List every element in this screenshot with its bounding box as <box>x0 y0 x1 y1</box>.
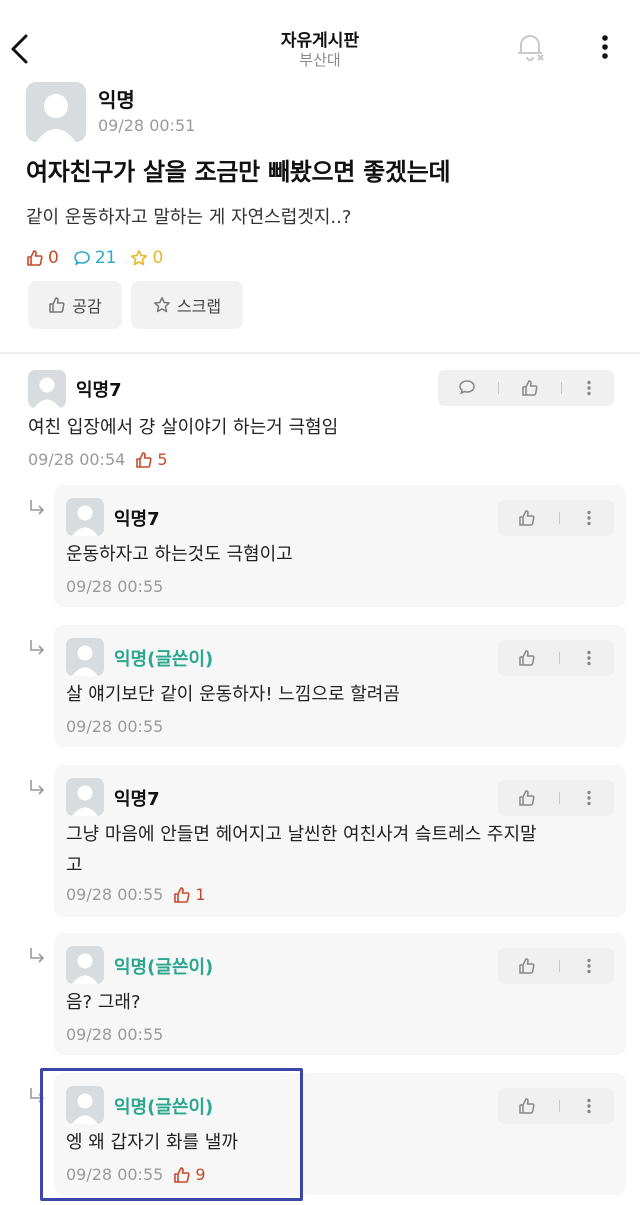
default-avatar-icon <box>72 953 98 984</box>
comment-author: 익명7 <box>76 380 122 401</box>
reply-date: 09/28 00:55 <box>66 577 164 596</box>
highlight-box <box>40 1068 303 1201</box>
reply-author: 익명7 <box>114 509 160 530</box>
reply-avatar <box>66 638 104 676</box>
reply-author-op: 익명(글쓴이) <box>114 957 214 978</box>
reply-avatar <box>66 778 104 816</box>
more-vertical-icon[interactable] <box>583 649 595 667</box>
reply-arrow-icon <box>30 780 45 795</box>
comment-count: 21 <box>73 248 116 268</box>
more-vertical-icon[interactable] <box>583 1097 595 1115</box>
reply-author-op: 익명(글쓴이) <box>114 649 214 670</box>
reply-author: 익명7 <box>114 789 160 810</box>
comment-icon <box>74 251 90 266</box>
comment-like-count: 5 <box>135 450 168 469</box>
thumbs-up-icon[interactable] <box>517 789 537 807</box>
reply-actions <box>498 500 614 536</box>
reply-actions <box>498 640 614 676</box>
reply-avatar <box>66 498 104 536</box>
thumbs-up-icon[interactable] <box>517 957 537 975</box>
thumbs-up-icon <box>136 451 152 468</box>
thumbs-up-icon[interactable] <box>520 379 540 397</box>
reply-actions <box>498 780 614 816</box>
reply-actions <box>498 1088 614 1124</box>
more-vertical-icon[interactable] <box>583 957 595 975</box>
default-avatar-icon <box>72 645 98 676</box>
more-vertical-icon[interactable] <box>583 379 595 397</box>
more-vertical-icon[interactable] <box>583 509 595 527</box>
more-vertical-icon <box>602 35 608 59</box>
reply-avatar <box>66 946 104 984</box>
separator <box>561 382 563 394</box>
thumbs-up-icon[interactable] <box>517 649 537 667</box>
separator <box>559 792 561 804</box>
thumbs-up-icon <box>49 297 65 313</box>
reply-meta: 09/28 00:55 1 <box>66 885 206 904</box>
reply-date: 09/28 00:55 <box>66 1025 164 1044</box>
section-divider <box>0 352 640 354</box>
thumbs-up-icon <box>174 886 190 903</box>
comment-text: 여친 입장에서 걍 살이야기 하는거 극혐임 <box>28 417 339 438</box>
separator <box>559 1100 561 1112</box>
scrap-button[interactable]: 스크랩 <box>131 281 243 329</box>
star-icon <box>131 250 148 266</box>
post-author: 익명 <box>98 88 135 112</box>
reply-actions <box>498 948 614 984</box>
separator <box>559 512 561 524</box>
reply-arrow-icon <box>30 640 45 655</box>
reply-text: 그냥 마음에 안들면 헤어지고 날씬한 여친사겨 슼트레스 주지말 고 <box>66 824 537 876</box>
comment-actions <box>438 370 614 406</box>
like-button[interactable]: 공감 <box>28 281 122 329</box>
bell-off-icon <box>518 35 544 61</box>
reply-text: 운동하자고 하는것도 극혐이고 <box>66 544 293 565</box>
reply-like-count: 1 <box>173 885 206 904</box>
comment-avatar <box>28 370 66 408</box>
reply-text: 살 얘기보단 같이 운동하자! 느낌으로 할려곰 <box>66 684 400 705</box>
default-avatar-icon <box>34 377 60 408</box>
notification-toggle[interactable] <box>512 28 548 64</box>
comment-meta: 09/28 00:54 5 <box>28 450 168 469</box>
star-icon <box>153 297 170 313</box>
scrap-count: 0 <box>130 248 163 268</box>
post-date: 09/28 00:51 <box>98 116 196 135</box>
reply-arrow-icon <box>30 948 45 963</box>
reply-comment-icon[interactable] <box>457 379 477 397</box>
more-vertical-icon[interactable] <box>583 789 595 807</box>
default-avatar-icon <box>72 785 98 816</box>
reply-date: 09/28 00:55 <box>66 717 164 736</box>
reply-text: 음? 그래? <box>66 992 141 1013</box>
post-title: 여자친구가 살을 조금만 빼봤으면 좋겠는데 <box>26 158 451 186</box>
thumbs-up-icon[interactable] <box>517 509 537 527</box>
post-body: 같이 운동하자고 말하는 게 자연스럽겟지..? <box>26 207 352 228</box>
thumbs-up-icon[interactable] <box>517 1097 537 1115</box>
separator <box>497 382 499 394</box>
more-menu-button[interactable] <box>592 30 618 64</box>
default-avatar-icon <box>72 505 98 536</box>
separator <box>559 960 561 972</box>
post-stats: 0 21 0 <box>26 248 163 268</box>
reply-arrow-icon <box>30 500 45 515</box>
default-avatar-icon <box>36 94 76 142</box>
thumbs-up-icon <box>27 250 43 266</box>
like-count: 0 <box>26 248 59 268</box>
author-avatar <box>26 82 86 142</box>
separator <box>559 652 561 664</box>
